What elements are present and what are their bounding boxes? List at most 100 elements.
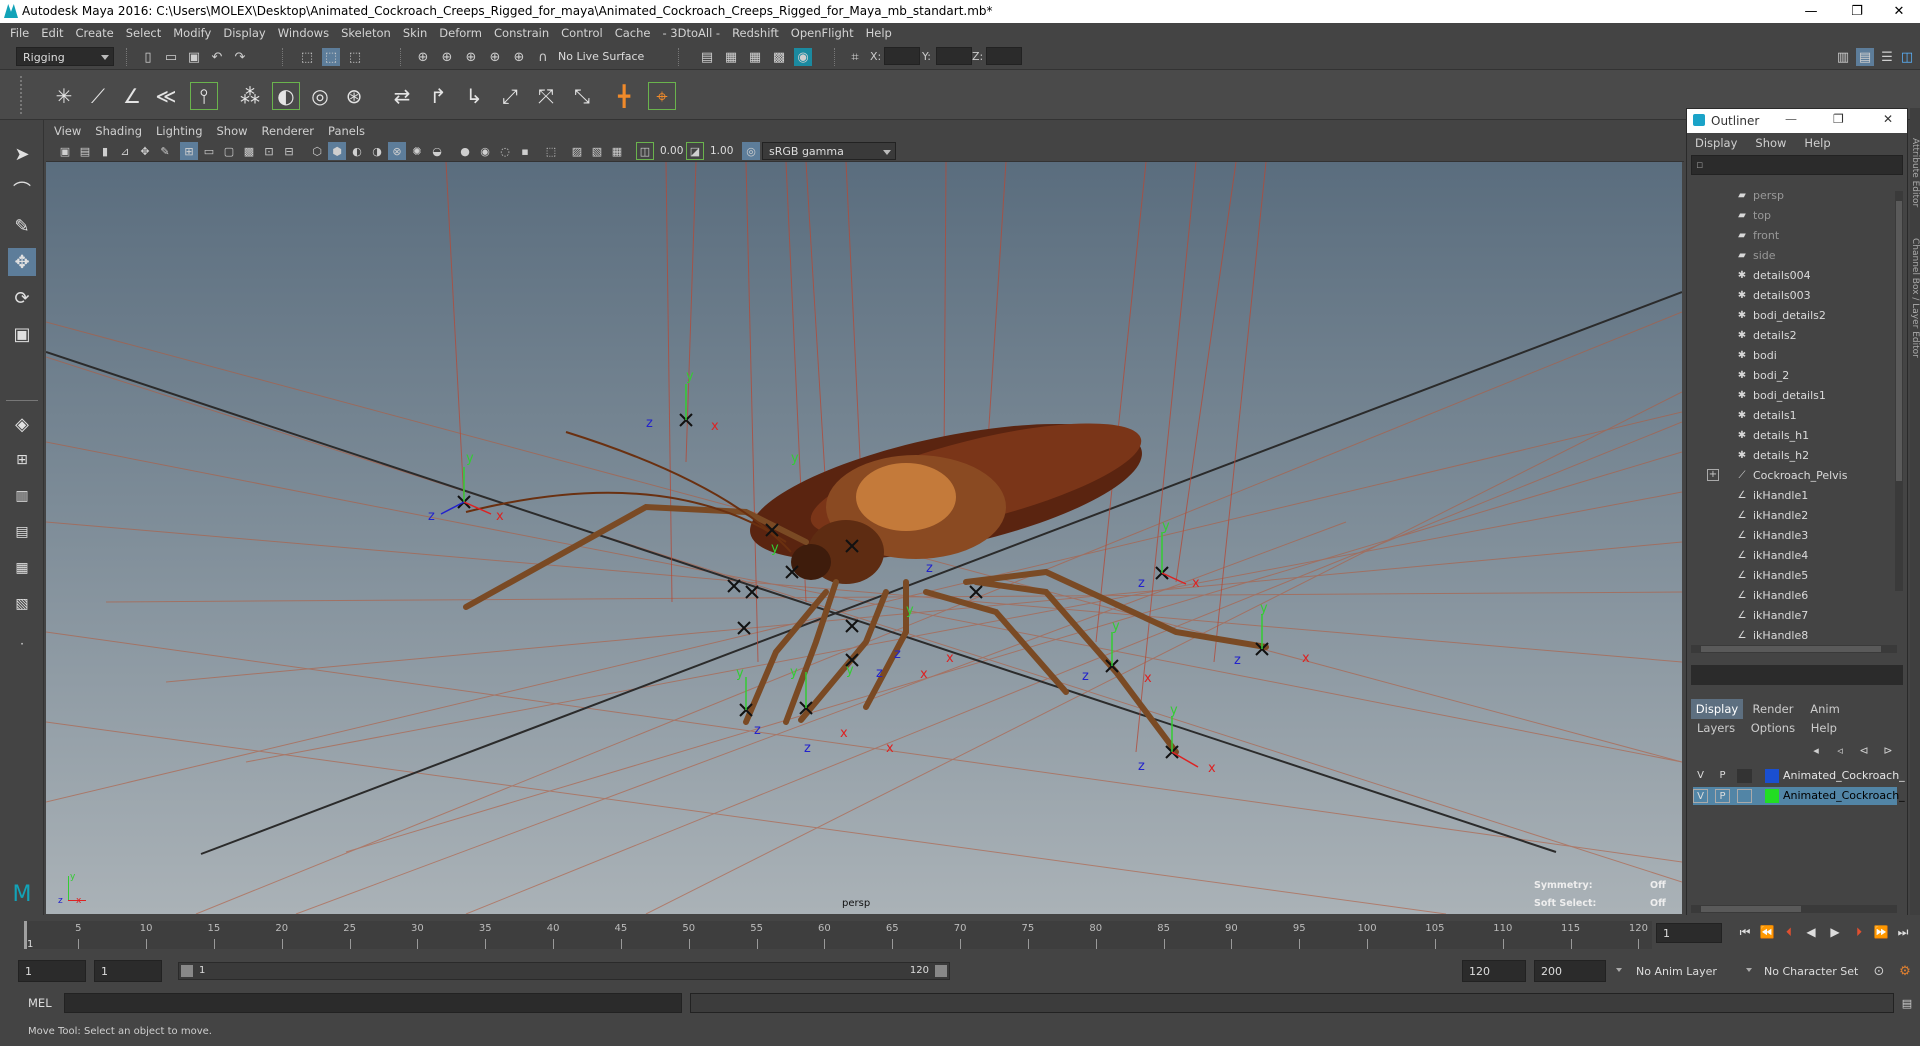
playback-end-field[interactable]: 120: [1462, 960, 1526, 982]
menu-3dtoall[interactable]: - 3DtoAll -: [662, 26, 730, 40]
orient-constraint-icon[interactable]: ↳: [460, 82, 488, 110]
step-forward-key-icon[interactable]: ⏩: [1872, 923, 1890, 941]
outliner-item-details-h1[interactable]: ✱ details_h1: [1691, 425, 1891, 445]
pole-vector-icon[interactable]: ⤡: [568, 82, 596, 110]
layer-menu-help[interactable]: Help: [1811, 721, 1837, 735]
animation-preferences-icon[interactable]: ⚙: [1896, 962, 1914, 980]
film-gate-icon[interactable]: ▭: [200, 142, 218, 160]
shadows-icon[interactable]: ●: [456, 142, 474, 160]
outliner-close-button[interactable]: ✕: [1883, 112, 1893, 126]
outliner-item-ikhandle7[interactable]: ∠ ikHandle7: [1691, 605, 1891, 625]
character-set-dropdown[interactable]: No Character Set: [1742, 962, 1872, 980]
layer-menu-options[interactable]: Options: [1751, 721, 1795, 735]
snap-grid-icon[interactable]: ⊕: [414, 48, 432, 66]
wireframe-icon[interactable]: ⬡: [308, 142, 326, 160]
scale-tool-icon[interactable]: ▣: [8, 320, 36, 348]
ambient-occlusion-icon[interactable]: ◉: [476, 142, 494, 160]
gate-mask-icon[interactable]: ▩: [240, 142, 258, 160]
motion-blur-icon[interactable]: ◌: [496, 142, 514, 160]
layout-four-pane-icon[interactable]: ⊞: [8, 446, 36, 474]
outliner-item-ikhandle4[interactable]: ∠ ikHandle4: [1691, 545, 1891, 565]
rotate-tool-icon[interactable]: ⟳: [8, 284, 36, 312]
play-backwards-icon[interactable]: ◀: [1802, 923, 1820, 941]
outliner-item-details-h2[interactable]: ✱ details_h2: [1691, 445, 1891, 465]
time-slider[interactable]: 5 10 15 20 25 30 35 40 45 50 55 60 65 70 75 80 85 90 95 100…: [0, 915, 1920, 953]
current-frame-field[interactable]: 1: [1656, 923, 1722, 943]
image-plane-icon[interactable]: ⊿: [116, 142, 134, 160]
modeling-toolkit-icon[interactable]: ▥: [1834, 48, 1852, 66]
layer-display-type[interactable]: [1737, 769, 1752, 783]
layer-color-swatch[interactable]: [1765, 769, 1779, 783]
menu-help[interactable]: Help: [866, 26, 902, 40]
channel-box-toggle-icon[interactable]: ◫: [1898, 48, 1916, 66]
menu-skin[interactable]: Skin: [403, 26, 437, 40]
menu-set-dropdown[interactable]: Rigging: [16, 47, 114, 66]
close-button[interactable]: ✕: [1876, 0, 1920, 23]
range-slider[interactable]: 1 120: [178, 962, 950, 980]
camera-attributes-icon[interactable]: ▤: [76, 142, 94, 160]
range-end-handle[interactable]: [935, 965, 947, 977]
new-scene-icon[interactable]: ▯: [139, 48, 157, 66]
viewport-menu-shading[interactable]: Shading: [95, 124, 142, 138]
ipr-render-icon[interactable]: ▦: [746, 48, 764, 66]
ik-spline-tool-icon[interactable]: ∠: [118, 82, 146, 110]
layer-color-swatch[interactable]: [1765, 789, 1779, 803]
menu-windows[interactable]: Windows: [278, 26, 339, 40]
outliner-item-ikhandle1[interactable]: ∠ ikHandle1: [1691, 485, 1891, 505]
viewport-menu-panels[interactable]: Panels: [328, 124, 365, 138]
shelf-handle[interactable]: [20, 76, 30, 114]
live-surface-label[interactable]: No Live Surface: [558, 50, 644, 63]
maximize-button[interactable]: ❐: [1834, 0, 1880, 23]
redo-icon[interactable]: ↷: [231, 48, 249, 66]
current-time-indicator[interactable]: [24, 921, 27, 949]
layer-name[interactable]: Animated_Cockroach_: [1783, 789, 1905, 802]
outliner-menu-show[interactable]: Show: [1755, 136, 1786, 150]
scale-constraint-icon[interactable]: ⤢: [496, 82, 524, 110]
viewport-menu-renderer[interactable]: Renderer: [262, 124, 315, 138]
outliner-horizontal-scrollbar[interactable]: [1691, 645, 1897, 653]
go-to-start-icon[interactable]: ⏮: [1736, 923, 1754, 941]
viewport-menu-lighting[interactable]: Lighting: [156, 124, 202, 138]
snap-curve-icon[interactable]: ⊕: [438, 48, 456, 66]
outliner-item-bodi-2[interactable]: ✱ bodi_2: [1691, 365, 1891, 385]
outliner-item-bodi-details2[interactable]: ✱ bodi_details2: [1691, 305, 1891, 325]
outliner-item-bodi[interactable]: ✱ bodi: [1691, 345, 1891, 365]
quick-layout-single-icon[interactable]: ◈: [8, 410, 36, 438]
layer-visibility-toggle[interactable]: V: [1693, 789, 1708, 803]
render-current-icon[interactable]: ▦: [722, 48, 740, 66]
layer-menu-layers[interactable]: Layers: [1697, 721, 1735, 735]
layout-more-icon[interactable]: ·: [8, 630, 36, 658]
aim-constraint-icon[interactable]: ↱: [424, 82, 452, 110]
locator-icon[interactable]: ╋: [610, 82, 638, 110]
outliner-item-front[interactable]: ▰ front: [1691, 225, 1891, 245]
menu-constrain[interactable]: Constrain: [494, 26, 559, 40]
command-language-label[interactable]: MEL: [28, 996, 52, 1010]
auto-key-icon[interactable]: ⊙: [1870, 962, 1888, 980]
menu-display[interactable]: Display: [223, 26, 275, 40]
select-by-component-icon[interactable]: ⬚: [346, 48, 364, 66]
layer-horizontal-scrollbar[interactable]: [1691, 905, 1897, 913]
outliner-maximize-button[interactable]: ❐: [1833, 112, 1844, 126]
y-field[interactable]: [936, 47, 972, 65]
animation-end-field[interactable]: 200: [1534, 960, 1606, 982]
paint-weights-icon[interactable]: ⊛: [340, 82, 368, 110]
tab-render[interactable]: Render: [1747, 699, 1799, 719]
two-sided-lighting-icon[interactable]: ◑: [368, 142, 386, 160]
outliner-menu-display[interactable]: Display: [1695, 136, 1737, 150]
outliner-item-details2[interactable]: ✱ details2: [1691, 325, 1891, 345]
outliner-item-persp[interactable]: ▰ persp: [1691, 185, 1891, 205]
outliner-filter-input[interactable]: ▫: [1691, 155, 1903, 175]
x-field[interactable]: [884, 47, 920, 65]
select-by-hierarchy-icon[interactable]: ⬚: [298, 48, 316, 66]
xray-components-icon[interactable]: ▦: [608, 142, 626, 160]
textured-icon[interactable]: ✺: [408, 142, 426, 160]
channel-box-side-tab[interactable]: Channel Box / Layer Editor: [1910, 238, 1920, 358]
select-tool-icon[interactable]: ➤: [8, 140, 36, 168]
layer-playback-toggle[interactable]: P: [1715, 769, 1730, 783]
open-scene-icon[interactable]: ▭: [162, 48, 180, 66]
layer-row[interactable]: V P Animated_Cockroach_: [1693, 767, 1905, 785]
menu-openflight[interactable]: OpenFlight: [791, 26, 864, 40]
expand-button[interactable]: +: [1707, 469, 1719, 481]
resolution-gate-icon[interactable]: ▢: [220, 142, 238, 160]
outliner-item-ikhandle2[interactable]: ∠ ikHandle2: [1691, 505, 1891, 525]
